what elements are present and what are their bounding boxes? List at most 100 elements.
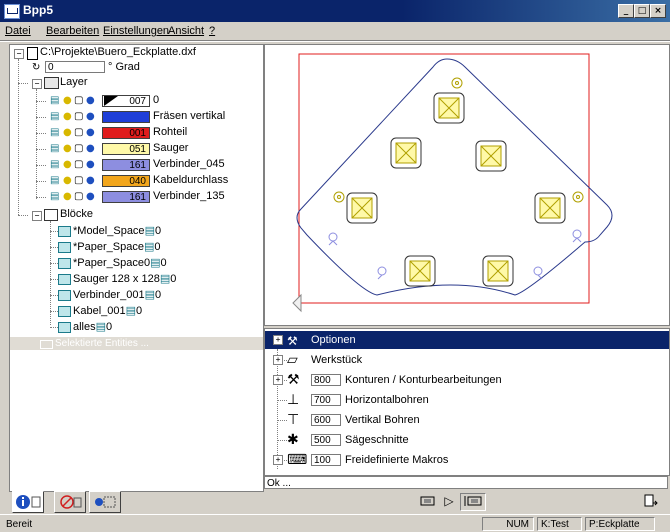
menu-help[interactable]: ? <box>209 25 215 37</box>
block-item[interactable]: alles▤0 <box>73 319 112 334</box>
layer-icons: ▤ ● ▢ ● <box>50 111 98 124</box>
file-icon <box>27 47 38 60</box>
layer-stack-icon: ▤ <box>150 256 161 269</box>
drop-icon[interactable]: ● <box>86 95 95 106</box>
drop-icon[interactable]: ● <box>86 111 95 122</box>
option-item[interactable]: ⌨ 100 Freidefinierte Makros <box>287 451 657 469</box>
expand-option-toggle[interactable]: + <box>273 355 283 365</box>
stop-frame-icon[interactable] <box>460 493 486 511</box>
lightbulb-icon[interactable]: ● <box>63 127 72 138</box>
frame-icon[interactable] <box>420 493 436 509</box>
rotation-input[interactable]: 0 <box>45 61 105 73</box>
option-number[interactable]: 700 <box>311 394 341 406</box>
layer-stack-icon[interactable]: ▤ <box>50 159 59 170</box>
layer-color-box[interactable]: 040 <box>102 175 150 187</box>
layer-color-box[interactable]: 001 <box>102 127 150 139</box>
layer-name[interactable]: Fräsen vertikal <box>153 109 225 124</box>
drawing-canvas[interactable] <box>264 44 670 326</box>
layers-label[interactable]: Layer <box>60 75 88 90</box>
menu-datei[interactable]: Datei <box>5 25 31 37</box>
block-item[interactable]: Sauger 128 x 128▤0 <box>73 271 176 286</box>
layer-color-box[interactable] <box>102 111 150 123</box>
layer-name[interactable]: 0 <box>153 93 159 108</box>
lightbulb-icon[interactable]: ● <box>63 143 72 154</box>
option-number[interactable]: 500 <box>311 434 341 446</box>
layer-name[interactable]: Verbinder_135 <box>153 189 225 204</box>
menu-ansicht[interactable]: Ansicht <box>168 25 204 37</box>
layer-color-box[interactable]: 007 <box>102 95 150 107</box>
layer-stack-icon[interactable]: ▤ <box>50 95 59 106</box>
drop-icon[interactable]: ● <box>86 143 95 154</box>
option-item[interactable]: ✱ 500 Sägeschnitte <box>287 431 657 449</box>
drop-icon[interactable]: ● <box>86 175 95 186</box>
layer-color-box[interactable]: 161 <box>102 191 150 203</box>
close-button[interactable]: × <box>650 4 666 18</box>
tree-line <box>50 231 58 232</box>
lock-icon[interactable]: ▢ <box>74 111 83 122</box>
maximize-button[interactable]: □ <box>634 4 650 18</box>
layer-stack-icon[interactable]: ▤ <box>50 111 59 122</box>
lock-icon[interactable]: ▢ <box>74 175 83 186</box>
collapse-layers-toggle[interactable]: − <box>32 79 42 89</box>
option-number[interactable]: 800 <box>311 374 341 386</box>
block-item[interactable]: Verbinder_001▤0 <box>73 287 161 302</box>
options-header-row[interactable]: + ⚒ Optionen <box>265 331 669 349</box>
lock-icon[interactable]: ▢ <box>74 143 83 154</box>
lock-icon[interactable]: ▢ <box>74 159 83 170</box>
layer-stack-icon[interactable]: ▤ <box>50 191 59 202</box>
lightbulb-icon[interactable]: ● <box>63 111 72 122</box>
option-number[interactable]: 100 <box>311 454 341 466</box>
minimize-button[interactable]: _ <box>618 4 634 18</box>
layer-stack-icon[interactable]: ▤ <box>50 143 59 154</box>
option-item[interactable]: ▱ Werkstück <box>287 351 657 369</box>
lightbulb-icon[interactable]: ● <box>63 95 72 106</box>
layer-stack-icon[interactable]: ▤ <box>50 175 59 186</box>
blocks-label[interactable]: Blöcke <box>60 207 93 222</box>
vertical-drill-icon: ⊤ <box>287 412 300 428</box>
menu-einstellungen[interactable]: Einstellungen <box>103 25 169 37</box>
option-item[interactable]: ⊥ 700 Horizontalbohren <box>287 391 657 409</box>
drop-icon[interactable]: ● <box>86 191 95 202</box>
collapse-root-toggle[interactable]: − <box>14 49 24 59</box>
lightbulb-icon[interactable]: ● <box>63 159 72 170</box>
block-item[interactable]: *Paper_Space▤0 <box>73 239 160 254</box>
export-icon[interactable] <box>642 493 660 509</box>
layer-name[interactable]: Sauger <box>153 141 188 156</box>
layer-color-box[interactable]: 051 <box>102 143 150 155</box>
block-item[interactable]: *Paper_Space0▤0 <box>73 255 167 270</box>
drop-icon[interactable]: ● <box>86 159 95 170</box>
collapse-blocks-toggle[interactable]: − <box>32 211 42 221</box>
tree-line <box>18 215 28 216</box>
layer-name[interactable]: Kabeldurchlass <box>153 173 228 188</box>
menu-bearbeiten[interactable]: Bearbeiten <box>46 25 99 37</box>
block-name: *Paper_Space0 <box>73 257 151 269</box>
file-path[interactable]: C:\Projekte\Buero_Eckplatte.dxf <box>40 45 196 60</box>
lock-icon[interactable]: ▢ <box>74 95 83 106</box>
layer-stack-icon[interactable]: ▤ <box>50 127 59 138</box>
lock-icon[interactable]: ▢ <box>74 191 83 202</box>
rotation-unit: ° Grad <box>108 61 140 73</box>
option-number[interactable]: 600 <box>311 414 341 426</box>
selected-entities-row[interactable]: Selektierte Entities ... <box>10 337 263 350</box>
lock-icon[interactable]: ▢ <box>74 127 83 138</box>
lightbulb-icon[interactable]: ● <box>63 191 72 202</box>
block-name: Verbinder_001 <box>73 289 145 301</box>
expand-options-toggle[interactable]: + <box>273 335 283 345</box>
drop-icon[interactable]: ● <box>86 127 95 138</box>
expand-option-toggle[interactable]: + <box>273 455 283 465</box>
expand-option-toggle[interactable]: + <box>273 375 283 385</box>
layer-name[interactable]: Verbinder_045 <box>153 157 225 172</box>
filter-tab[interactable] <box>54 491 86 513</box>
play-icon[interactable]: ▷ <box>442 493 456 509</box>
block-item[interactable]: Kabel_001▤0 <box>73 303 142 318</box>
block-item[interactable]: *Model_Space▤0 <box>73 223 161 238</box>
layer-color-box[interactable]: 161 <box>102 159 150 171</box>
properties-tab[interactable] <box>89 491 121 513</box>
lightbulb-icon[interactable]: ● <box>63 175 72 186</box>
info-tab[interactable] <box>12 491 44 513</box>
option-item[interactable]: ⊤ 600 Vertikal Bohren <box>287 411 657 429</box>
layer-name[interactable]: Rohteil <box>153 125 187 140</box>
option-label: Konturen / Konturbearbeitungen <box>345 374 502 386</box>
option-item[interactable]: ⚒ 800 Konturen / Konturbearbeitungen <box>287 371 657 389</box>
block-icon <box>58 306 71 317</box>
